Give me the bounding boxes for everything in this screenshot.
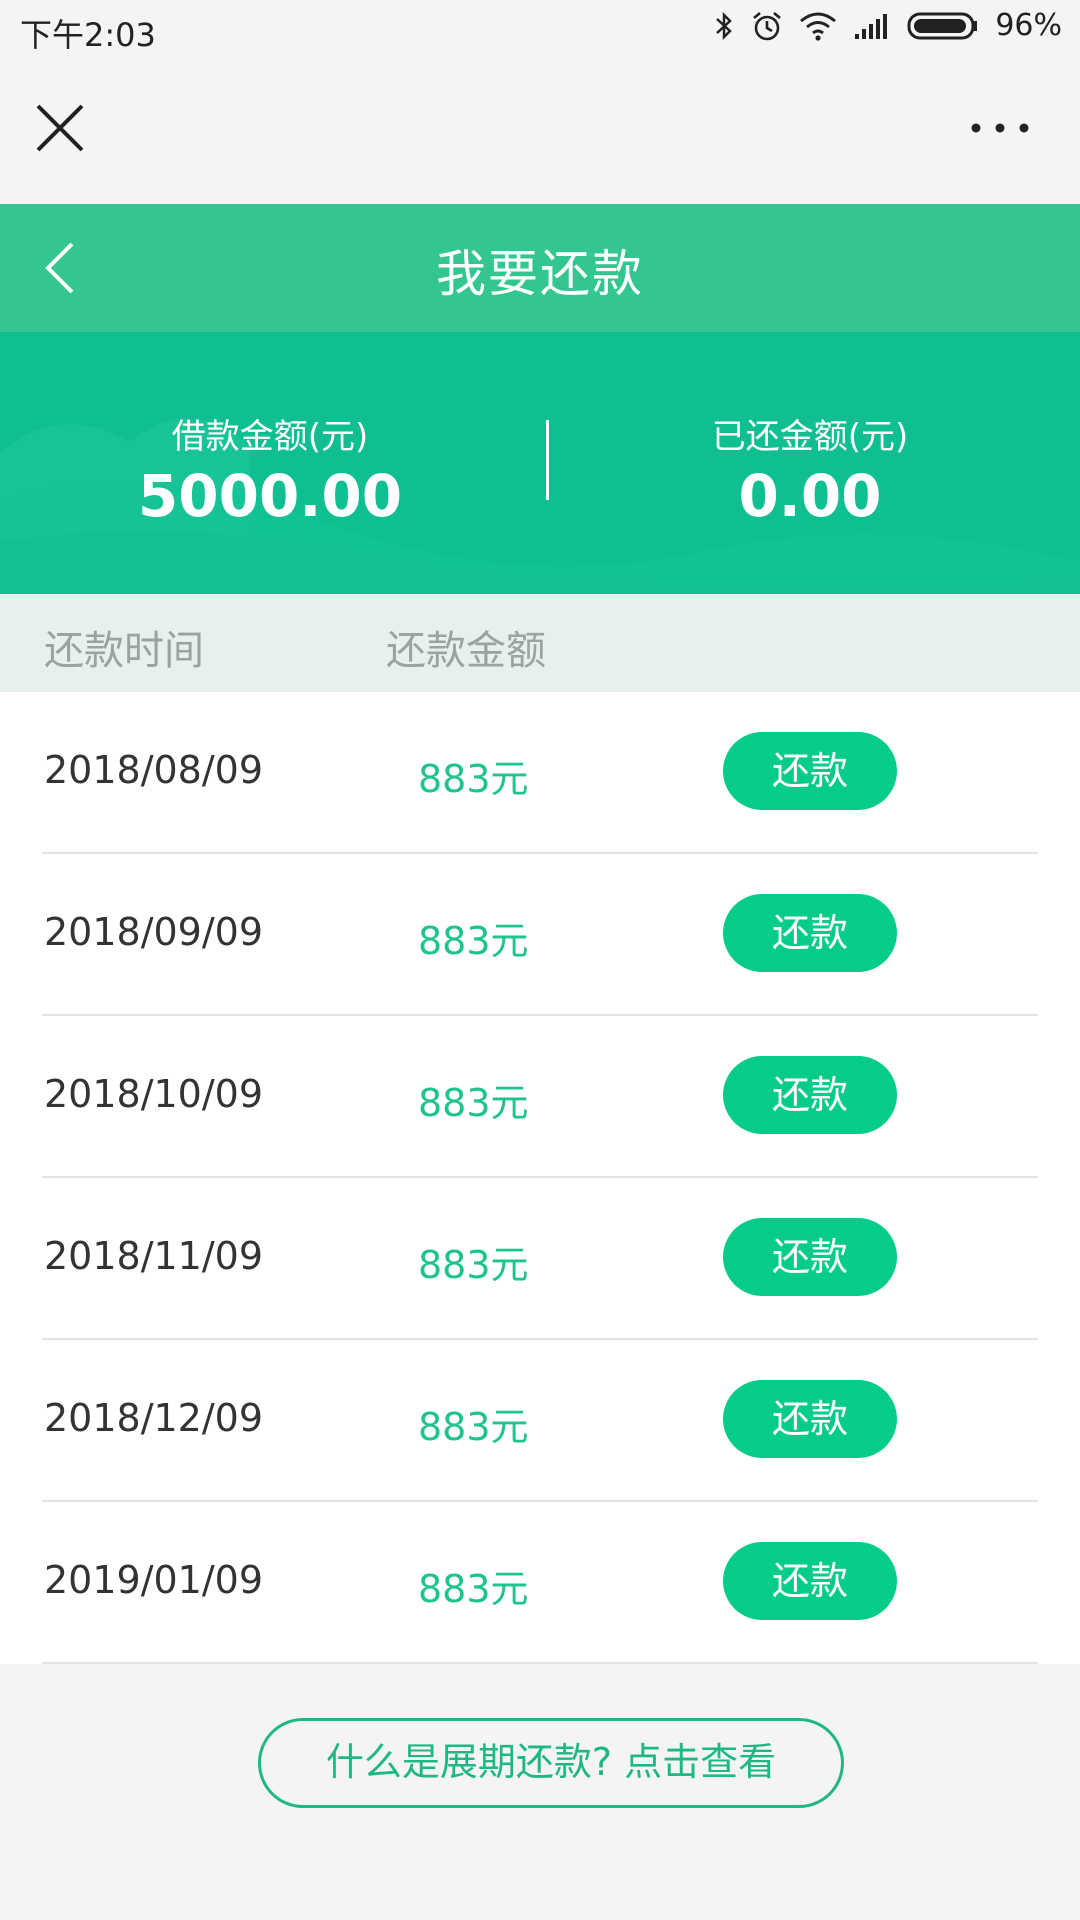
repayment-date: 2018/12/09 xyxy=(44,1396,264,1440)
repayment-list: 2018/08/09 883元 还款 2018/09/09 883元 还款 20… xyxy=(0,692,1080,1664)
loan-amount-value: 5000.00 xyxy=(137,462,403,530)
column-date-label: 还款时间 xyxy=(44,628,204,674)
webview-top-bar xyxy=(0,60,1080,204)
list-item: 2018/11/09 883元 还款 xyxy=(0,1178,1080,1340)
column-amount-label: 还款金额 xyxy=(386,628,546,674)
list-item: 2018/10/09 883元 还款 xyxy=(0,1016,1080,1178)
list-column-header: 还款时间 还款金额 xyxy=(0,594,1080,692)
list-item: 2018/12/09 883元 还款 xyxy=(0,1340,1080,1502)
bluetooth-icon xyxy=(713,10,735,42)
page-title: 我要还款 xyxy=(436,245,644,303)
status-bar: 下午2:03 96% xyxy=(0,0,1080,60)
repayment-date: 2018/11/09 xyxy=(44,1234,264,1278)
repaid-amount-label: 已还金额(元) xyxy=(711,417,909,457)
close-icon[interactable] xyxy=(32,100,88,156)
list-item: 2018/08/09 883元 还款 xyxy=(0,692,1080,854)
wifi-icon xyxy=(799,11,837,41)
repay-button[interactable]: 还款 xyxy=(723,1218,897,1296)
signal-icon xyxy=(853,12,891,40)
extension-repayment-info-link[interactable]: 什么是展期还款? 点击查看 xyxy=(258,1718,844,1808)
repayment-amount: 883元 xyxy=(418,919,529,963)
repay-button[interactable]: 还款 xyxy=(723,1380,897,1458)
alarm-icon xyxy=(751,10,783,42)
list-item: 2018/09/09 883元 还款 xyxy=(0,854,1080,1016)
loan-summary-header: 我要还款 借款金额(元) 5000.00 已还金额(元) 0.00 xyxy=(0,204,1080,594)
status-time: 下午2:03 xyxy=(20,16,156,54)
loan-amount-block: 借款金额(元) 5000.00 xyxy=(0,409,540,530)
repaid-amount-value: 0.00 xyxy=(738,462,882,530)
loan-amount-label: 借款金额(元) xyxy=(171,417,369,457)
title-bar: 我要还款 xyxy=(0,204,1080,332)
repayment-date: 2018/10/09 xyxy=(44,1072,264,1116)
repayment-amount: 883元 xyxy=(418,757,529,801)
battery-percent: 96% xyxy=(995,8,1062,43)
repay-button[interactable]: 还款 xyxy=(723,732,897,810)
repayment-date: 2018/09/09 xyxy=(44,910,264,954)
repayment-amount: 883元 xyxy=(418,1081,529,1125)
more-icon[interactable] xyxy=(970,120,1030,136)
repay-button[interactable]: 还款 xyxy=(723,1542,897,1620)
repay-button[interactable]: 还款 xyxy=(723,894,897,972)
status-icons: 96% xyxy=(713,8,1062,43)
repayment-amount: 883元 xyxy=(418,1243,529,1287)
repayment-date: 2018/08/09 xyxy=(44,748,264,792)
repaid-amount-block: 已还金额(元) 0.00 xyxy=(540,409,1080,530)
repay-button[interactable]: 还款 xyxy=(723,1056,897,1134)
repayment-amount: 883元 xyxy=(418,1405,529,1449)
repayment-amount: 883元 xyxy=(418,1567,529,1611)
battery-icon xyxy=(907,11,979,41)
repayment-date: 2019/01/09 xyxy=(44,1558,264,1602)
list-item: 2019/01/09 883元 还款 xyxy=(0,1502,1080,1664)
